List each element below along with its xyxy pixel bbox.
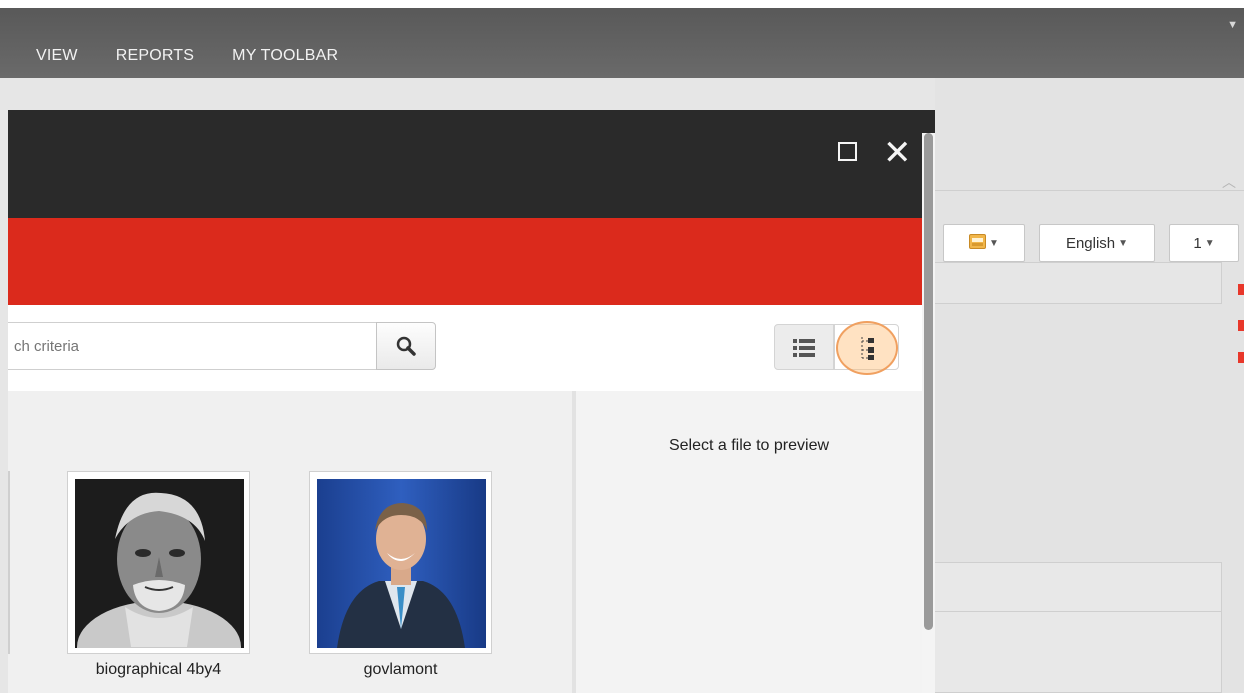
menu-item-reports[interactable]: REPORTS <box>116 47 194 65</box>
menu-dropdown-icon[interactable]: ▼ <box>1227 19 1238 31</box>
ribbon-dropdown-button[interactable]: ▼ <box>943 224 1025 262</box>
search-icon <box>396 336 416 356</box>
portrait-image <box>75 479 244 648</box>
file-thumbnail[interactable] <box>309 471 492 654</box>
file-thumbnail[interactable] <box>67 471 250 654</box>
preview-pane: Select a file to preview <box>576 391 922 693</box>
chevron-down-icon: ▼ <box>1204 237 1215 249</box>
chevron-down-icon: ▼ <box>989 237 999 249</box>
folder-icon <box>969 233 987 253</box>
list-view-button[interactable] <box>774 324 834 370</box>
version-dropdown[interactable]: 1 ▼ <box>1169 224 1239 262</box>
chevron-up-icon[interactable]: ︿ <box>1222 172 1236 192</box>
maximize-icon[interactable] <box>838 142 857 161</box>
version-dropdown-value: 1 <box>1193 234 1202 252</box>
top-menu-bar: VIEW REPORTS MY TOOLBAR ▼ <box>0 0 1244 78</box>
background-section-box <box>935 562 1222 693</box>
validation-marker <box>1238 352 1244 363</box>
main-menu: VIEW REPORTS MY TOOLBAR <box>36 47 338 65</box>
search-button[interactable] <box>376 322 436 370</box>
dialog-header <box>8 110 935 218</box>
language-dropdown-value: English <box>1065 234 1116 252</box>
file-grid: biographical 4by4 govlamont <box>8 391 572 693</box>
media-browser-dialog: ✕ ch criteria biographical 4by4 govlamon… <box>8 110 935 693</box>
partial-thumbnail <box>8 471 10 654</box>
background-field[interactable] <box>935 262 1222 304</box>
section-divider <box>935 611 1221 612</box>
dialog-toolbar <box>8 305 935 391</box>
language-dropdown[interactable]: English ▼ <box>1039 224 1155 262</box>
tree-view-icon <box>861 337 874 360</box>
scrollbar-thumb[interactable] <box>924 133 933 630</box>
preview-message: Select a file to preview <box>668 437 830 454</box>
validation-marker <box>1238 320 1244 331</box>
validation-marker <box>1238 284 1244 295</box>
dialog-title-band <box>8 218 935 305</box>
menu-item-view[interactable]: VIEW <box>36 47 78 65</box>
close-icon[interactable]: ✕ <box>883 133 912 173</box>
click-highlight <box>836 321 898 375</box>
file-name: biographical 4by4 <box>95 661 222 678</box>
portrait-image <box>317 479 486 648</box>
list-view-icon <box>793 339 815 357</box>
search-input[interactable] <box>8 322 376 370</box>
file-name: govlamont <box>363 661 438 678</box>
background-divider <box>935 190 1244 191</box>
chevron-down-icon: ▼ <box>1118 237 1129 249</box>
menu-item-my-toolbar[interactable]: MY TOOLBAR <box>232 47 338 65</box>
